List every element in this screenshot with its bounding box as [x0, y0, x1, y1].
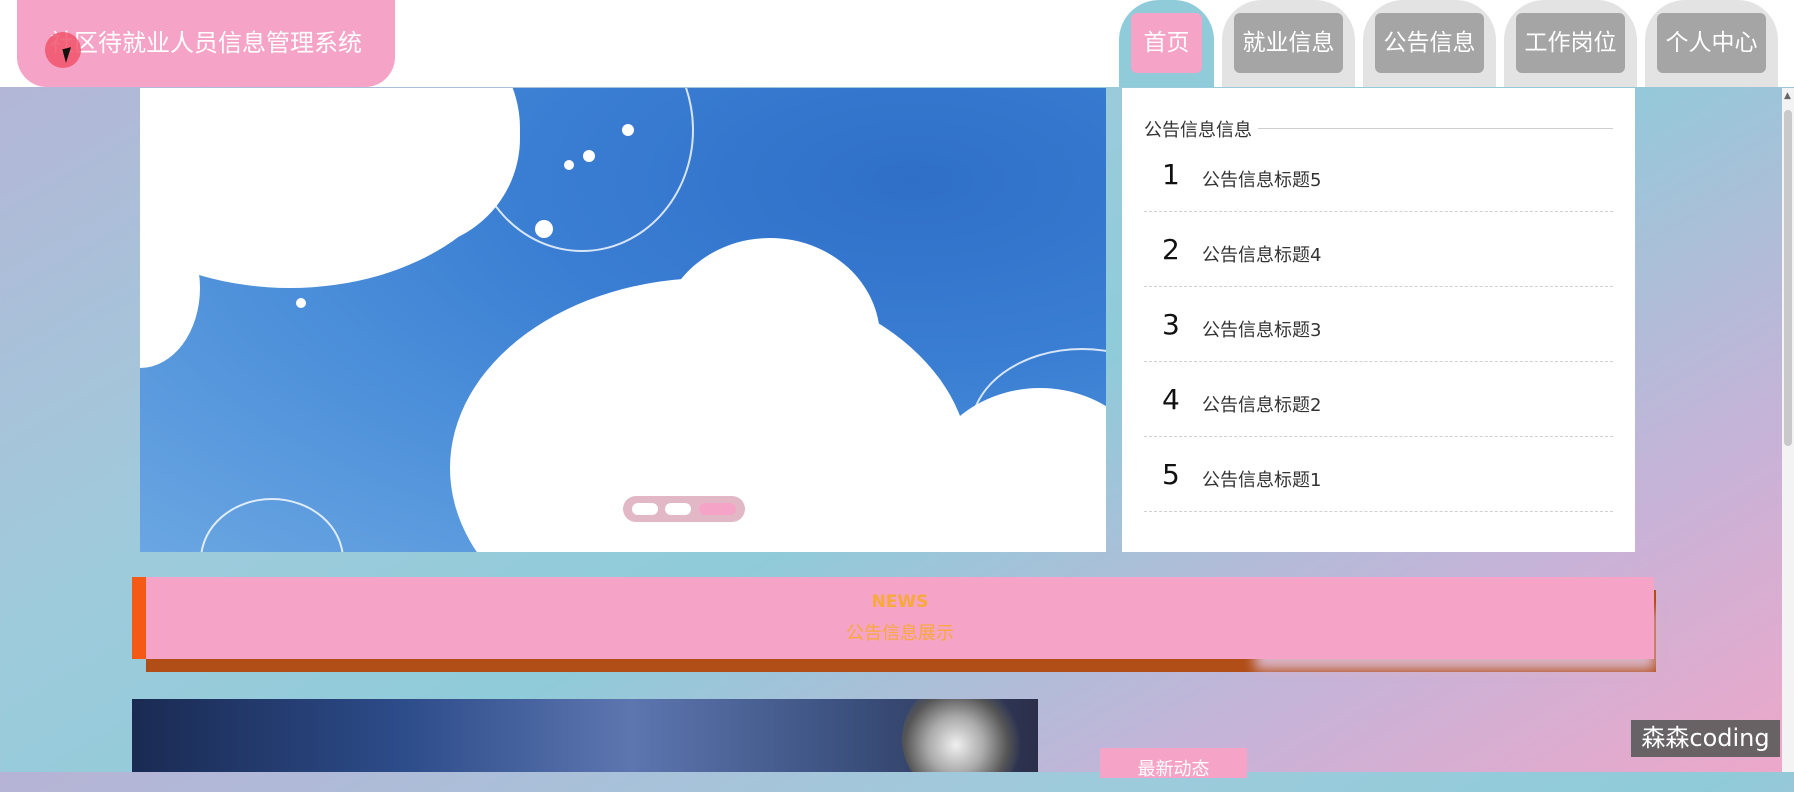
- nav-tab-personal-center-label: 个人中心: [1657, 13, 1766, 73]
- banner-dot: [622, 124, 634, 136]
- announcement-rank: 5: [1162, 458, 1180, 491]
- banner-dot: [535, 220, 553, 238]
- announcement-item[interactable]: 3 公告信息标题3: [1144, 286, 1613, 362]
- announcement-title: 公告信息标题1: [1202, 470, 1322, 491]
- watermark: 森森coding: [1631, 720, 1780, 757]
- news-heading-cn: 公告信息展示: [846, 623, 954, 644]
- announcement-item[interactable]: 2 公告信息标题4: [1144, 211, 1613, 287]
- scroll-up-icon[interactable]: ▲: [1784, 91, 1791, 101]
- news-heading-en: NEWS: [871, 592, 929, 612]
- nav-tab-job-positions[interactable]: 工作岗位: [1504, 0, 1637, 87]
- announcement-panel: 公告信息信息 1 公告信息标题5 2 公告信息标题4 3 公告信息标题3 4 公…: [1122, 88, 1635, 552]
- announcement-item[interactable]: 5 公告信息标题1: [1144, 436, 1613, 512]
- scrollbar-thumb[interactable]: [1784, 110, 1792, 446]
- nav-tab-home-label: 首页: [1131, 13, 1202, 73]
- carousel-dot-3[interactable]: [699, 503, 736, 515]
- banner-dot: [583, 150, 595, 162]
- banner-dot: [564, 160, 574, 170]
- news-feature-image[interactable]: [132, 699, 1038, 772]
- announcement-rank: 3: [1162, 308, 1180, 341]
- news-section-header: NEWS 公告信息展示: [132, 577, 1654, 659]
- announcement-title: 公告信息标题3: [1202, 320, 1322, 341]
- nav-tab-employment-info-label: 就业信息: [1234, 13, 1343, 73]
- banner-swirl: [470, 88, 694, 252]
- announcement-item[interactable]: 4 公告信息标题2: [1144, 361, 1613, 437]
- nav-tab-employment-info[interactable]: 就业信息: [1222, 0, 1355, 87]
- banner-swirl: [200, 498, 344, 552]
- announcement-rank: 4: [1162, 383, 1180, 416]
- announcement-title: 公告信息标题4: [1202, 245, 1322, 266]
- carousel-banner[interactable]: [140, 88, 1106, 552]
- carousel-dot-1[interactable]: [632, 503, 658, 515]
- announcement-title: 公告信息标题5: [1202, 170, 1322, 191]
- carousel-dot-2[interactable]: [665, 503, 691, 515]
- nav-tab-announcements-label: 公告信息: [1375, 13, 1484, 73]
- carousel-indicators: [623, 496, 745, 522]
- announcement-title: 公告信息标题2: [1202, 395, 1322, 416]
- nav-tab-home[interactable]: 首页: [1119, 0, 1214, 87]
- announcement-item[interactable]: 1 公告信息标题5: [1144, 136, 1613, 212]
- announcement-rank: 1: [1162, 158, 1180, 191]
- banner-dot: [296, 298, 306, 308]
- latest-news-tab[interactable]: 最新动态: [1100, 748, 1247, 780]
- page-scrollbar[interactable]: ▲: [1782, 88, 1794, 772]
- nav-tab-personal-center[interactable]: 个人中心: [1645, 0, 1778, 87]
- nav-tab-announcements[interactable]: 公告信息: [1363, 0, 1496, 87]
- lamp-image-detail: [902, 699, 1022, 772]
- banner-cloud: [660, 238, 880, 438]
- nav-tab-job-positions-label: 工作岗位: [1516, 13, 1625, 73]
- announcement-rank: 2: [1162, 233, 1180, 266]
- main-nav: 首页 就业信息 公告信息 工作岗位 个人中心: [1119, 0, 1778, 87]
